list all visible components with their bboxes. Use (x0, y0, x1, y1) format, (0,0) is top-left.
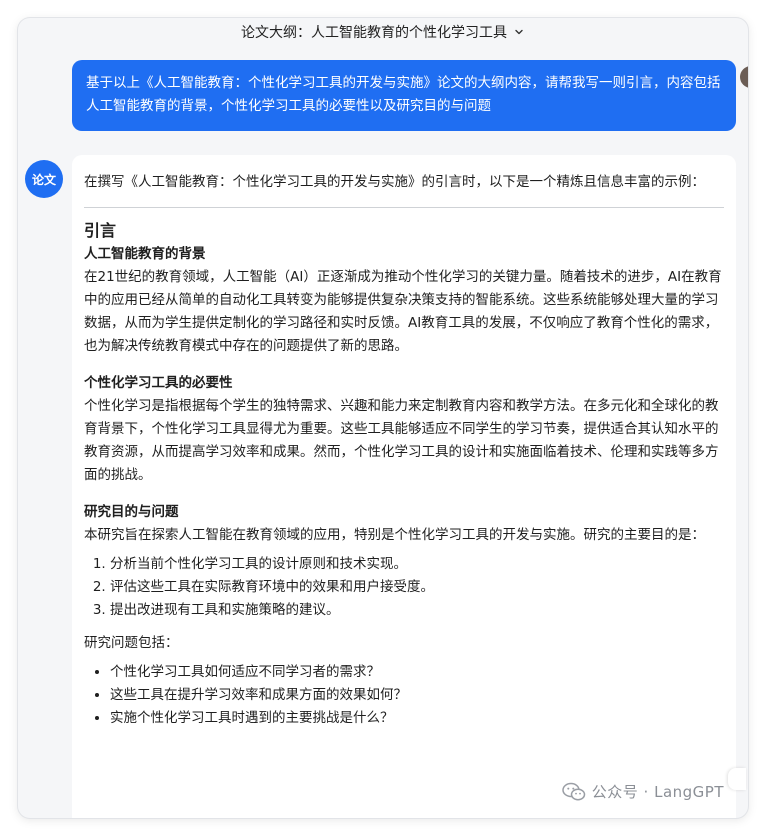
list-item: 提出改进现有工具和实施策略的建议。 (110, 599, 724, 622)
section-title: 引言 (84, 221, 117, 240)
user-message: 基于以上《人工智能教育：个性化学习工具的开发与实施》论文的大纲内容，请帮我写一则… (72, 60, 736, 131)
list-item: 评估这些工具在实际教育环境中的效果和用户接受度。 (110, 576, 724, 599)
list-item: 实施个性化学习工具时遇到的主要挑战是什么？ (110, 707, 724, 730)
watermark-text: 公众号 · LangGPT (591, 783, 724, 801)
assistant-avatar: 论文 (25, 160, 63, 198)
necessity-heading: 个性化学习工具的必要性 (84, 375, 233, 391)
background-heading: 人工智能教育的背景 (84, 246, 206, 262)
assistant-message: 在撰写《人工智能教育：个性化学习工具的开发与实施》的引言时，以下是一个精炼且信息… (72, 155, 736, 818)
side-panel-handle[interactable] (728, 768, 746, 790)
section-divider (84, 207, 724, 208)
chat-window: 论文大纲：人工智能教育的个性化学习工具 基于以上《人工智能教育：个性化学习工具的… (18, 18, 748, 818)
chevron-down-icon[interactable] (513, 26, 525, 38)
purpose-text: 本研究旨在探索人工智能在教育领域的应用，特别是个性化学习工具的开发与实施。研究的… (84, 527, 705, 543)
conversation-title: 论文大纲：人工智能教育的个性化学习工具 (241, 25, 507, 41)
necessity-text: 个性化学习是指根据每个学生的独特需求、兴趣和能力来定制教育内容和教学方法。在多元… (84, 398, 719, 483)
background-text: 在21世纪的教育领域，人工智能（AI）正逐渐成为推动个性化学习的关键力量。随着技… (84, 269, 722, 354)
user-avatar (740, 66, 748, 88)
purpose-heading: 研究目的与问题 (84, 504, 179, 520)
question-list: 个性化学习工具如何适应不同学习者的需求？ 这些工具在提升学习效率和成果方面的效果… (84, 661, 724, 730)
questions-label: 研究问题包括： (84, 635, 179, 651)
purpose-list: 分析当前个性化学习工具的设计原则和技术实现。 评估这些工具在实际教育环境中的效果… (84, 553, 724, 622)
wechat-icon (562, 782, 586, 800)
list-item: 分析当前个性化学习工具的设计原则和技术实现。 (110, 553, 724, 576)
assistant-avatar-label: 论文 (31, 172, 56, 187)
list-item: 这些工具在提升学习效率和成果方面的效果如何？ (110, 684, 724, 707)
watermark: 公众号 · LangGPT (562, 781, 724, 802)
user-message-text: 基于以上《人工智能教育：个性化学习工具的开发与实施》论文的大纲内容，请帮我写一则… (86, 75, 721, 114)
list-item: 个性化学习工具如何适应不同学习者的需求？ (110, 661, 724, 684)
conversation-title-bar[interactable]: 论文大纲：人工智能教育的个性化学习工具 (18, 18, 748, 46)
reply-intro: 在撰写《人工智能教育：个性化学习工具的开发与实施》的引言时，以下是一个精炼且信息… (84, 174, 705, 190)
